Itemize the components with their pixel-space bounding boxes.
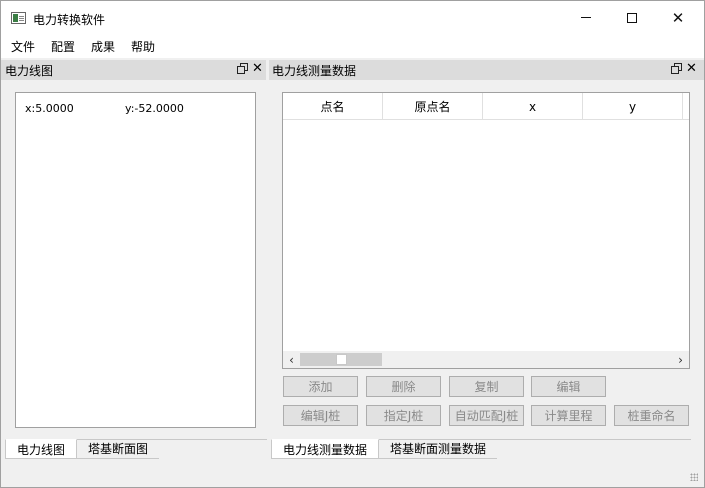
tab-tower-section-data[interactable]: 塔基断面测量数据 (379, 439, 497, 459)
title-bar: 电力转换软件 ✕ (1, 1, 704, 34)
resize-grip-icon[interactable] (690, 473, 698, 481)
maximize-icon (627, 12, 637, 23)
menu-help[interactable]: 帮助 (131, 38, 155, 55)
close-icon[interactable]: ✕ (686, 60, 697, 78)
menu-file[interactable]: 文件 (11, 38, 35, 55)
rename-stake-button[interactable]: 桩重命名 (614, 405, 689, 426)
minimize-icon (581, 17, 591, 18)
right-dock-header: 电力线测量数据 ✕ (269, 60, 704, 80)
power-line-canvas[interactable]: x:5.0000 y:-52.0000 (15, 92, 256, 428)
horizontal-scrollbar[interactable]: ‹ › (283, 351, 689, 368)
maximize-button[interactable] (609, 1, 655, 34)
tab-power-line-diagram[interactable]: 电力线图 (5, 439, 77, 459)
right-dock-title: 电力线测量数据 (272, 64, 357, 78)
close-icon[interactable]: ✕ (252, 60, 263, 78)
table-header: 点名 原点名 x y (283, 93, 689, 120)
left-dock-header: 电力线图 ✕ (1, 60, 266, 80)
edit-j-stake-button[interactable]: 编辑J桩 (283, 405, 358, 426)
column-header[interactable]: x (483, 93, 583, 120)
column-header[interactable]: 原点名 (383, 93, 483, 120)
app-window: 电力转换软件 ✕ 文件 配置 成果 帮助 电力线图 ✕ 电力线测量数据 ✕ x:… (0, 0, 705, 488)
edit-button[interactable]: 编辑 (531, 376, 606, 397)
menu-bar: 文件 配置 成果 帮助 (1, 34, 704, 58)
float-icon[interactable] (671, 63, 682, 74)
coord-x-readout: x:5.0000 (25, 102, 74, 115)
measurement-table[interactable]: 点名 原点名 x y ‹ › (282, 92, 690, 369)
auto-match-j-stake-button[interactable]: 自动匹配J桩 (449, 405, 524, 426)
column-header[interactable]: 点名 (283, 93, 383, 120)
calc-mileage-button[interactable]: 计算里程 (531, 405, 606, 426)
scroll-right-icon[interactable]: › (672, 351, 689, 368)
tab-power-line-data[interactable]: 电力线测量数据 (271, 439, 379, 459)
app-icon (11, 12, 26, 24)
column-header[interactable]: y (583, 93, 683, 120)
menu-results[interactable]: 成果 (91, 38, 115, 55)
add-button[interactable]: 添加 (283, 376, 358, 397)
window-title: 电力转换软件 (33, 13, 106, 27)
close-icon: ✕ (671, 8, 685, 27)
scrollbar-thumb[interactable] (300, 353, 382, 366)
coord-y-readout: y:-52.0000 (125, 102, 184, 115)
close-button[interactable]: ✕ (655, 1, 701, 34)
copy-button[interactable]: 复制 (449, 376, 524, 397)
assign-j-stake-button[interactable]: 指定J桩 (366, 405, 441, 426)
tab-tower-section-diagram[interactable]: 塔基断面图 (77, 439, 159, 459)
menu-config[interactable]: 配置 (51, 38, 75, 55)
left-dock-title: 电力线图 (5, 64, 54, 78)
minimize-button[interactable] (563, 1, 609, 34)
delete-button[interactable]: 删除 (366, 376, 441, 397)
float-icon[interactable] (237, 63, 248, 74)
scroll-left-icon[interactable]: ‹ (283, 351, 300, 368)
